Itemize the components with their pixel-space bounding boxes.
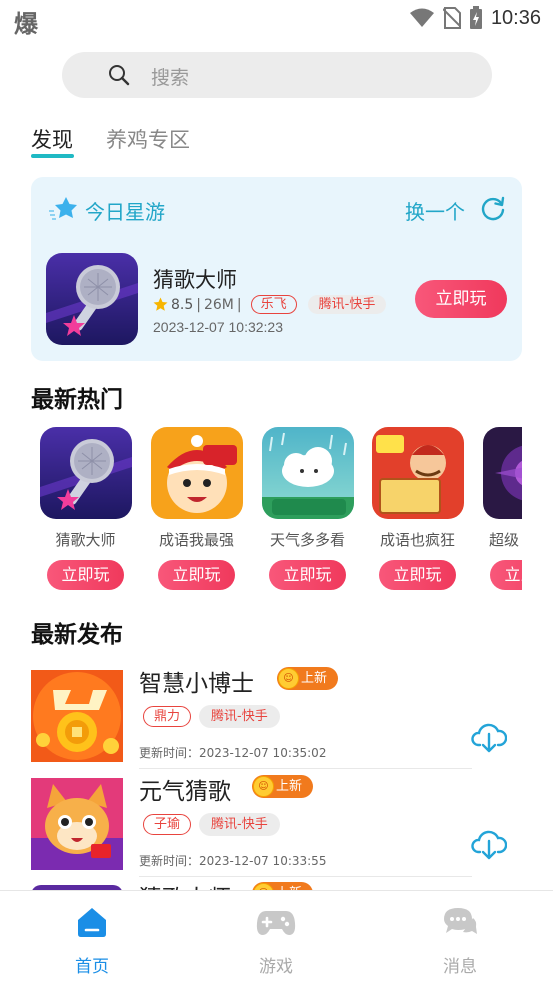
developer-tag: 子瑜 <box>143 814 192 835</box>
featured-game-meta: 8.5 | 26M | 乐飞 腾讯-快手 <box>153 295 387 314</box>
divider <box>139 768 472 769</box>
tab-discover[interactable]: 发现 <box>31 124 73 154</box>
game-icon[interactable] <box>261 427 354 519</box>
nav-label: 首页 <box>75 957 109 977</box>
play-now-button[interactable]: 立即玩 <box>269 560 346 590</box>
card-title: 今日星游 <box>85 200 165 224</box>
play-now-button[interactable]: 立即玩 <box>415 280 507 318</box>
app-notification-glyph: 爆 <box>14 10 38 38</box>
update-time: 更新时间：2023-12-07 10:35:02 <box>139 746 327 760</box>
star-icon <box>49 197 77 220</box>
hot-game-item[interactable]: 超级 立即玩 <box>481 427 522 590</box>
refresh-icon[interactable] <box>480 195 506 221</box>
hot-game-item[interactable]: 天气多多看 立即玩 <box>260 427 355 590</box>
new-badge: ☺ 上新 <box>252 775 314 798</box>
platform-tag: 腾讯-快手 <box>199 813 280 836</box>
hot-game-item[interactable]: 成语我最强 立即玩 <box>149 427 244 590</box>
release-tags: 子瑜 腾讯-快手 <box>143 813 280 836</box>
wifi-icon <box>409 8 434 27</box>
search-bar[interactable]: 搜索 <box>62 52 492 98</box>
section-title-hot: 最新热门 <box>31 387 123 413</box>
swap-button[interactable]: 换一个 <box>405 196 465 225</box>
play-now-button[interactable]: 立即玩 <box>490 560 522 590</box>
platform-tag: 腾讯-快手 <box>307 295 387 314</box>
release-item[interactable]: 智慧小博士 ☺ 上新 鼎力 腾讯-快手 更新时间：2023-12-07 10:3… <box>31 662 472 769</box>
laugh-emoji-icon: ☺ <box>278 668 299 689</box>
hot-game-item[interactable]: 成语也疯狂 立即玩 <box>370 427 465 590</box>
game-icon[interactable] <box>150 427 243 519</box>
status-bar: 爆 10:36 <box>0 0 553 38</box>
game-icon[interactable] <box>31 670 123 762</box>
nav-label: 消息 <box>443 957 477 977</box>
play-now-button[interactable]: 立即玩 <box>379 560 456 590</box>
chat-icon <box>444 908 477 934</box>
play-now-button[interactable]: 立即玩 <box>47 560 124 590</box>
game-name[interactable]: 元气猜歌 <box>139 772 231 806</box>
release-tags: 鼎力 腾讯-快手 <box>143 705 280 728</box>
clock: 10:36 <box>490 6 541 29</box>
game-name: 猜歌大师 <box>55 531 116 549</box>
featured-game-name[interactable]: 猜歌大师 <box>153 264 237 294</box>
rating-star-icon <box>153 297 168 311</box>
game-icon[interactable] <box>39 427 132 519</box>
hot-game-item[interactable]: 猜歌大师 立即玩 <box>38 427 133 590</box>
no-sim-icon <box>442 7 461 29</box>
new-badge: ☺ 上新 <box>277 667 339 690</box>
update-time: 更新时间：2023-12-07 10:33:55 <box>139 854 327 868</box>
platform-tag: 腾讯-快手 <box>199 705 280 728</box>
game-name: 超级 <box>489 531 520 549</box>
game-icon[interactable] <box>371 427 464 519</box>
search-placeholder: 搜索 <box>151 67 190 89</box>
nav-item-messages[interactable]: 消息 <box>420 905 500 977</box>
bottom-navigation: 首页 游戏 消息 <box>0 890 553 983</box>
release-item[interactable]: 元气猜歌 ☺ 上新 子瑜 腾讯-快手 更新时间：2023-12-07 10:33… <box>31 770 472 877</box>
rating-score: 8.5 <box>171 296 194 313</box>
game-name[interactable]: 智慧小博士 <box>139 664 254 698</box>
game-name: 成语我最强 <box>158 531 234 549</box>
section-title-releases: 最新发布 <box>31 622 123 648</box>
battery-charging-icon <box>469 6 482 29</box>
tab-chicken-zone[interactable]: 养鸡专区 <box>106 124 190 154</box>
game-name: 天气多多看 <box>269 531 345 549</box>
gamepad-icon <box>256 911 296 935</box>
game-icon[interactable] <box>31 778 123 870</box>
game-size: 26M <box>203 296 234 313</box>
laugh-emoji-icon: ☺ <box>253 776 274 797</box>
nav-item-games[interactable]: 游戏 <box>236 905 316 977</box>
developer-tag: 乐飞 <box>250 295 297 314</box>
game-name: 成语也疯狂 <box>379 531 455 549</box>
active-tab-indicator <box>31 154 74 158</box>
search-icon <box>109 65 130 86</box>
play-now-button[interactable]: 立即玩 <box>158 560 235 590</box>
featured-game-icon[interactable] <box>46 253 138 345</box>
todays-star-game-card: 今日星游 换一个 猜歌大师 8.5 | 26M | 乐飞 腾讯-快手 2023-… <box>31 177 522 361</box>
developer-tag: 鼎力 <box>143 706 192 727</box>
hot-games-row: 猜歌大师 立即玩 成语我最强 立即玩 天气多多看 立即玩 成语也疯狂 立即玩 超… <box>0 427 522 597</box>
home-icon <box>78 908 106 937</box>
featured-game-time: 2023-12-07 10:32:23 <box>153 319 283 335</box>
nav-label: 游戏 <box>259 957 293 977</box>
nav-item-home[interactable]: 首页 <box>52 905 132 977</box>
download-cloud-icon[interactable] <box>471 827 507 861</box>
download-cloud-icon[interactable] <box>471 720 507 754</box>
game-icon[interactable] <box>482 427 522 519</box>
